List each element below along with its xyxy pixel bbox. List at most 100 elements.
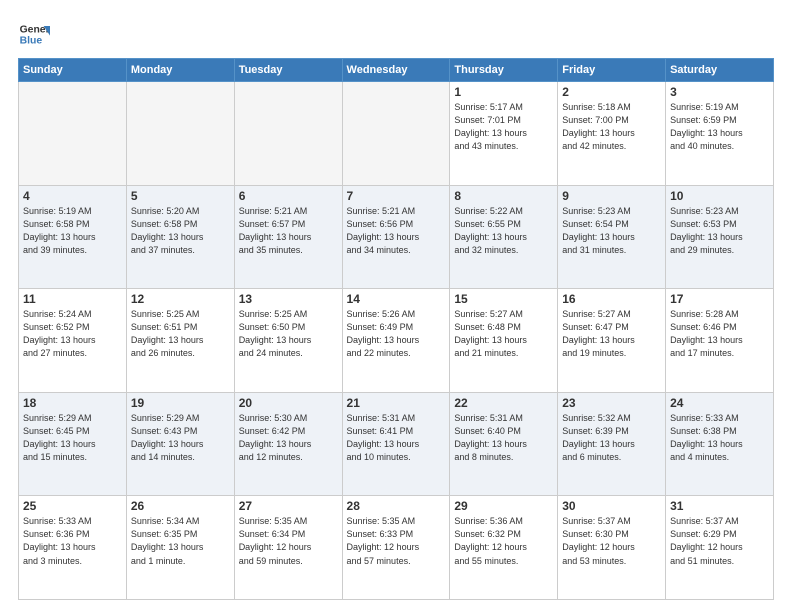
day-number: 3 [670,85,769,99]
day-number: 13 [239,292,338,306]
day-cell: 14Sunrise: 5:26 AM Sunset: 6:49 PM Dayli… [342,289,450,393]
day-number: 12 [131,292,230,306]
day-cell: 9 Sunrise: 5:23 AM Sunset: 6:54 PM Daylig… [558,185,666,289]
day-cell: 27 Sunrise: 5:35 AM Sunset: 6:34 PM Dayli… [234,496,342,600]
logo-icon: General Blue [18,18,50,50]
day-number: 4 [23,189,122,203]
day-info: Sunrise: 5:19 AM Sunset: 6:58 PM Dayligh… [23,205,122,257]
weekday-header-wednesday: Wednesday [342,59,450,82]
day-number: 30 [562,499,661,513]
day-cell: 15Sunrise: 5:27 AM Sunset: 6:48 PM Dayli… [450,289,558,393]
day-cell: 8 Sunrise: 5:22 AM Sunset: 6:55 PM Daylig… [450,185,558,289]
day-cell: 11 Sunrise: 5:24 AM Sunset: 6:52 PM Dayli… [19,289,127,393]
page: General Blue SundayMondayTuesdayWednesda… [0,0,792,612]
day-number: 28 [347,499,446,513]
day-info: Sunrise: 5:29 AM Sunset: 6:43 PM Dayligh… [131,412,230,464]
day-info: Sunrise: 5:37 AM Sunset: 6:29 PM Dayligh… [670,515,769,567]
day-info: Sunrise: 5:19 AM Sunset: 6:59 PM Dayligh… [670,101,769,153]
day-info: Sunrise: 5:30 AM Sunset: 6:42 PM Dayligh… [239,412,338,464]
day-info: Sunrise: 5:31 AM Sunset: 6:41 PM Dayligh… [347,412,446,464]
day-cell: 3 Sunrise: 5:19 AM Sunset: 6:59 PM Daylig… [666,82,774,186]
weekday-header-sunday: Sunday [19,59,127,82]
day-cell: 4 Sunrise: 5:19 AM Sunset: 6:58 PM Daylig… [19,185,127,289]
day-info: Sunrise: 5:25 AM Sunset: 6:50 PM Dayligh… [239,308,338,360]
day-info: Sunrise: 5:33 AM Sunset: 6:36 PM Dayligh… [23,515,122,567]
day-cell: 6Sunrise: 5:21 AM Sunset: 6:57 PM Daylig… [234,185,342,289]
day-info: Sunrise: 5:28 AM Sunset: 6:46 PM Dayligh… [670,308,769,360]
day-info: Sunrise: 5:27 AM Sunset: 6:48 PM Dayligh… [454,308,553,360]
day-cell: 7 Sunrise: 5:21 AM Sunset: 6:56 PM Daylig… [342,185,450,289]
day-cell: 19 Sunrise: 5:29 AM Sunset: 6:43 PM Dayli… [126,392,234,496]
weekday-header-saturday: Saturday [666,59,774,82]
weekday-header-row: SundayMondayTuesdayWednesdayThursdayFrid… [19,59,774,82]
day-cell: 5 Sunrise: 5:20 AM Sunset: 6:58 PM Daylig… [126,185,234,289]
day-info: Sunrise: 5:37 AM Sunset: 6:30 PM Dayligh… [562,515,661,567]
day-info: Sunrise: 5:35 AM Sunset: 6:34 PM Dayligh… [239,515,338,567]
day-cell [234,82,342,186]
day-cell: 1Sunrise: 5:17 AM Sunset: 7:01 PM Daylig… [450,82,558,186]
day-number: 26 [131,499,230,513]
day-info: Sunrise: 5:33 AM Sunset: 6:38 PM Dayligh… [670,412,769,464]
logo: General Blue [18,18,54,50]
day-number: 19 [131,396,230,410]
day-number: 7 [347,189,446,203]
day-info: Sunrise: 5:27 AM Sunset: 6:47 PM Dayligh… [562,308,661,360]
day-cell: 2 Sunrise: 5:18 AM Sunset: 7:00 PM Daylig… [558,82,666,186]
day-number: 17 [670,292,769,306]
weekday-header-friday: Friday [558,59,666,82]
day-cell: 26 Sunrise: 5:34 AM Sunset: 6:35 PM Dayli… [126,496,234,600]
day-info: Sunrise: 5:20 AM Sunset: 6:58 PM Dayligh… [131,205,230,257]
day-cell: 28Sunrise: 5:35 AM Sunset: 6:33 PM Dayli… [342,496,450,600]
day-cell: 22 Sunrise: 5:31 AM Sunset: 6:40 PM Dayli… [450,392,558,496]
day-number: 23 [562,396,661,410]
day-cell [126,82,234,186]
day-info: Sunrise: 5:18 AM Sunset: 7:00 PM Dayligh… [562,101,661,153]
day-info: Sunrise: 5:22 AM Sunset: 6:55 PM Dayligh… [454,205,553,257]
day-number: 1 [454,85,553,99]
day-number: 21 [347,396,446,410]
day-cell [342,82,450,186]
day-info: Sunrise: 5:34 AM Sunset: 6:35 PM Dayligh… [131,515,230,567]
day-number: 25 [23,499,122,513]
day-info: Sunrise: 5:23 AM Sunset: 6:53 PM Dayligh… [670,205,769,257]
week-row-4: 18 Sunrise: 5:29 AM Sunset: 6:45 PM Dayli… [19,392,774,496]
day-cell: 29Sunrise: 5:36 AM Sunset: 6:32 PM Dayli… [450,496,558,600]
calendar: SundayMondayTuesdayWednesdayThursdayFrid… [18,58,774,600]
day-cell: 16 Sunrise: 5:27 AM Sunset: 6:47 PM Dayli… [558,289,666,393]
day-cell [19,82,127,186]
day-info: Sunrise: 5:21 AM Sunset: 6:57 PM Dayligh… [239,205,338,257]
week-row-5: 25 Sunrise: 5:33 AM Sunset: 6:36 PM Dayli… [19,496,774,600]
day-info: Sunrise: 5:25 AM Sunset: 6:51 PM Dayligh… [131,308,230,360]
day-cell: 10Sunrise: 5:23 AM Sunset: 6:53 PM Dayli… [666,185,774,289]
day-cell: 21 Sunrise: 5:31 AM Sunset: 6:41 PM Dayli… [342,392,450,496]
week-row-2: 4 Sunrise: 5:19 AM Sunset: 6:58 PM Daylig… [19,185,774,289]
day-number: 5 [131,189,230,203]
week-row-1: 1Sunrise: 5:17 AM Sunset: 7:01 PM Daylig… [19,82,774,186]
day-number: 16 [562,292,661,306]
day-number: 22 [454,396,553,410]
weekday-header-tuesday: Tuesday [234,59,342,82]
day-info: Sunrise: 5:24 AM Sunset: 6:52 PM Dayligh… [23,308,122,360]
day-cell: 24 Sunrise: 5:33 AM Sunset: 6:38 PM Dayli… [666,392,774,496]
day-number: 24 [670,396,769,410]
day-cell: 31Sunrise: 5:37 AM Sunset: 6:29 PM Dayli… [666,496,774,600]
day-info: Sunrise: 5:23 AM Sunset: 6:54 PM Dayligh… [562,205,661,257]
day-info: Sunrise: 5:32 AM Sunset: 6:39 PM Dayligh… [562,412,661,464]
day-cell: 18 Sunrise: 5:29 AM Sunset: 6:45 PM Dayli… [19,392,127,496]
day-number: 27 [239,499,338,513]
day-info: Sunrise: 5:31 AM Sunset: 6:40 PM Dayligh… [454,412,553,464]
day-number: 2 [562,85,661,99]
svg-text:Blue: Blue [20,36,43,47]
day-cell: 20Sunrise: 5:30 AM Sunset: 6:42 PM Dayli… [234,392,342,496]
day-info: Sunrise: 5:29 AM Sunset: 6:45 PM Dayligh… [23,412,122,464]
day-number: 9 [562,189,661,203]
day-number: 18 [23,396,122,410]
day-number: 8 [454,189,553,203]
day-cell: 25 Sunrise: 5:33 AM Sunset: 6:36 PM Dayli… [19,496,127,600]
day-cell: 30 Sunrise: 5:37 AM Sunset: 6:30 PM Dayli… [558,496,666,600]
day-cell: 23 Sunrise: 5:32 AM Sunset: 6:39 PM Dayli… [558,392,666,496]
day-number: 11 [23,292,122,306]
day-info: Sunrise: 5:26 AM Sunset: 6:49 PM Dayligh… [347,308,446,360]
day-cell: 17 Sunrise: 5:28 AM Sunset: 6:46 PM Dayli… [666,289,774,393]
day-info: Sunrise: 5:21 AM Sunset: 6:56 PM Dayligh… [347,205,446,257]
